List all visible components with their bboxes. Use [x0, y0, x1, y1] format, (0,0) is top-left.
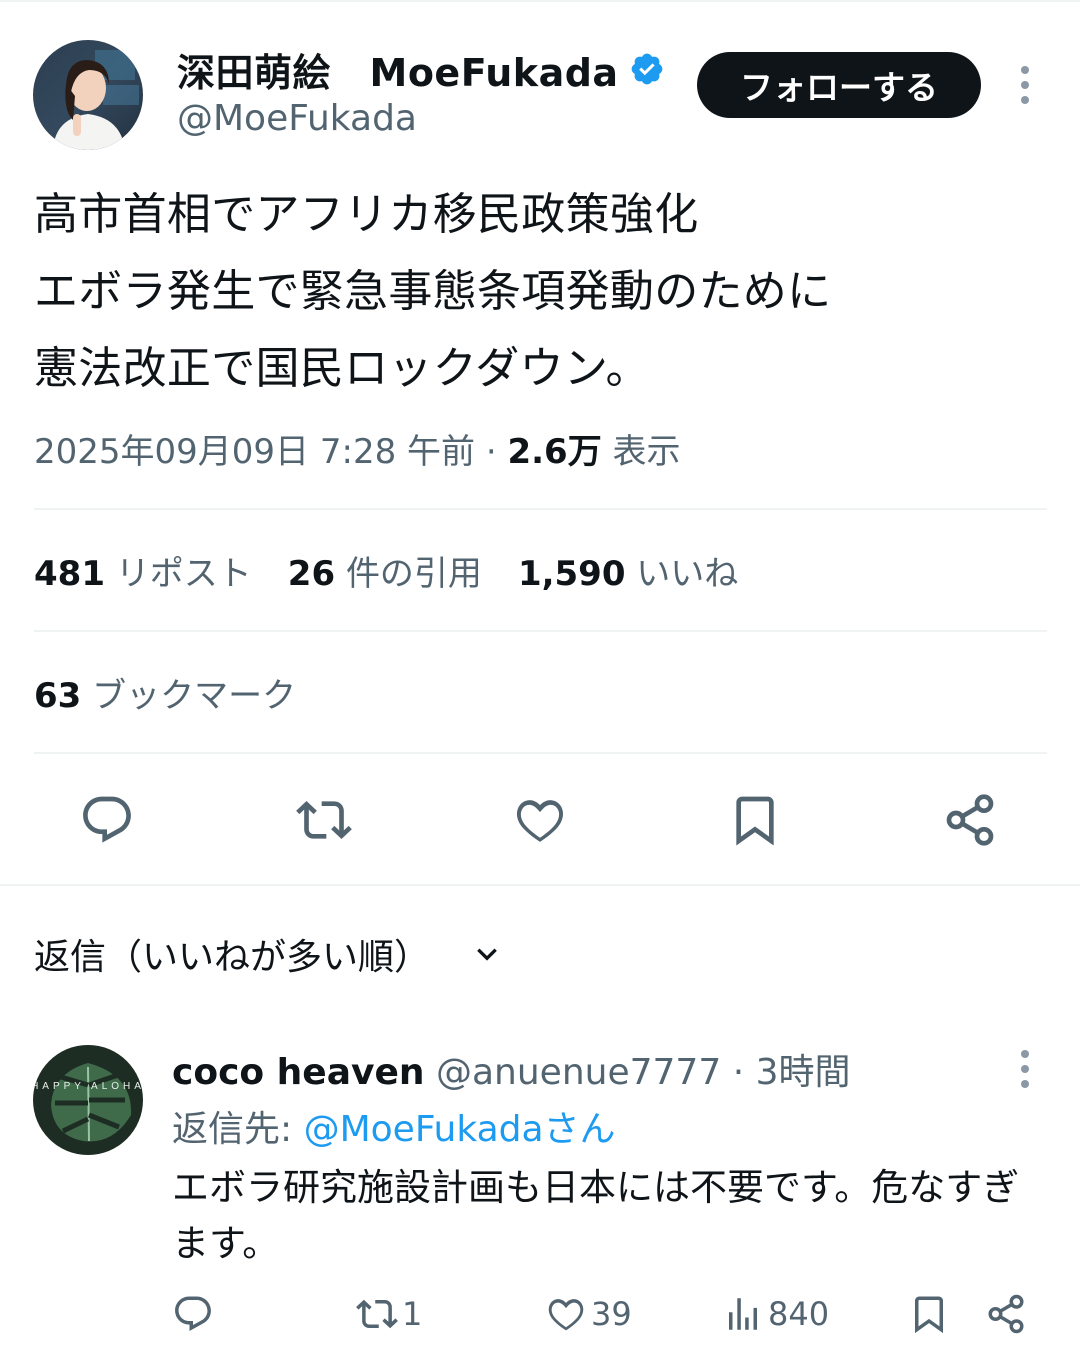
reply-avatar[interactable]: HAPPY ALOHA	[33, 1045, 143, 1155]
reply-share-button[interactable]	[985, 1290, 1027, 1338]
divider	[34, 752, 1047, 754]
divider	[34, 630, 1047, 632]
author-name-row[interactable]: 深田萌絵 MoeFukada	[177, 42, 665, 97]
more-icon[interactable]	[1020, 66, 1030, 104]
bookmarks-count: 63	[34, 676, 82, 716]
replies-sort-label: 返信（いいねが多い順）	[34, 937, 431, 978]
top-border	[0, 0, 1080, 2]
views-count: 2.6万	[507, 432, 602, 472]
views-icon	[729, 1298, 757, 1330]
reply-to-mention[interactable]: @MoeFukadaさん	[304, 1109, 616, 1150]
share-icon	[988, 1294, 1024, 1334]
engagement-stats: 481 リポスト 26 件の引用 1,590 いいね	[34, 546, 774, 595]
reply-avatar-text: HAPPY ALOHA	[33, 1081, 143, 1092]
bookmarks-stat[interactable]: 63 ブックマーク	[34, 668, 296, 717]
reposts-stat[interactable]: 481 リポスト	[34, 546, 252, 595]
author-display-name[interactable]: 深田萌絵 MoeFukada	[177, 42, 619, 97]
author-handle[interactable]: @MoeFukada	[177, 98, 417, 139]
reposts-label: リポスト	[115, 554, 252, 594]
retweet-icon[interactable]	[294, 790, 354, 850]
reply-views-button[interactable]: 840	[722, 1290, 829, 1338]
reply-retweet-button[interactable]: 1	[356, 1290, 422, 1338]
replies-sort-selector[interactable]: 返信（いいねが多い順）	[34, 928, 500, 980]
reply-separator: ·	[732, 1052, 745, 1093]
tweet-text: 高市首相でアフリカ移民政策強化 エボラ発生で緊急事態条項発動のために 憲法改正で…	[34, 189, 832, 394]
quotes-stat[interactable]: 26 件の引用	[288, 546, 482, 595]
author-avatar[interactable]	[33, 40, 143, 150]
bookmark-icon[interactable]	[725, 790, 785, 850]
reposts-count: 481	[34, 554, 105, 594]
tweet-timestamp[interactable]: 2025年09月09日 7:28 午前	[34, 432, 475, 472]
reply-bookmark-button[interactable]	[908, 1290, 950, 1338]
reply-like-button[interactable]: 39	[545, 1290, 632, 1338]
more-icon[interactable]	[1020, 1050, 1030, 1088]
reply-icon	[175, 1296, 211, 1331]
reply-header: coco heaven @anuenue7777 · 3時間	[172, 1043, 851, 1095]
quotes-count: 26	[287, 554, 336, 594]
reply-author-handle[interactable]: @anuenue7777	[436, 1052, 721, 1093]
views-label: 表示	[612, 432, 681, 472]
reply-text: エボラ研究施設計画も日本には不要です。危なすぎます。	[172, 1166, 1020, 1265]
likes-label: いいね	[636, 554, 739, 594]
reply-retweet-count: 1	[402, 1295, 423, 1333]
section-divider	[0, 884, 1080, 886]
reply-views-count: 840	[768, 1295, 830, 1333]
bookmarks-label: ブックマーク	[92, 676, 297, 716]
share-icon[interactable]	[940, 790, 1000, 850]
likes-count: 1,590	[517, 554, 626, 594]
retweet-icon	[356, 1299, 398, 1329]
like-icon	[548, 1299, 584, 1331]
meta-separator: ·	[485, 432, 497, 472]
reply-icon[interactable]	[77, 790, 137, 850]
likes-stat[interactable]: 1,590 いいね	[518, 546, 738, 595]
tweet-meta: 2025年09月09日 7:28 午前 · 2.6万 表示	[34, 424, 681, 473]
chevron-down-icon	[477, 948, 497, 961]
reply-to: 返信先: @MoeFukadaさん	[172, 1100, 616, 1152]
divider	[34, 508, 1047, 510]
quotes-label: 件の引用	[345, 554, 482, 594]
follow-button[interactable]: フォローする	[697, 52, 981, 118]
bookmark-icon	[915, 1296, 943, 1334]
reply-author-name[interactable]: coco heaven	[172, 1052, 425, 1093]
reply-time[interactable]: 3時間	[756, 1052, 851, 1093]
reply-like-count: 39	[591, 1295, 632, 1333]
reply-to-label: 返信先:	[172, 1109, 304, 1150]
like-icon[interactable]	[510, 790, 570, 850]
reply-reply-button[interactable]	[172, 1290, 214, 1338]
verified-badge-icon[interactable]	[629, 51, 665, 87]
